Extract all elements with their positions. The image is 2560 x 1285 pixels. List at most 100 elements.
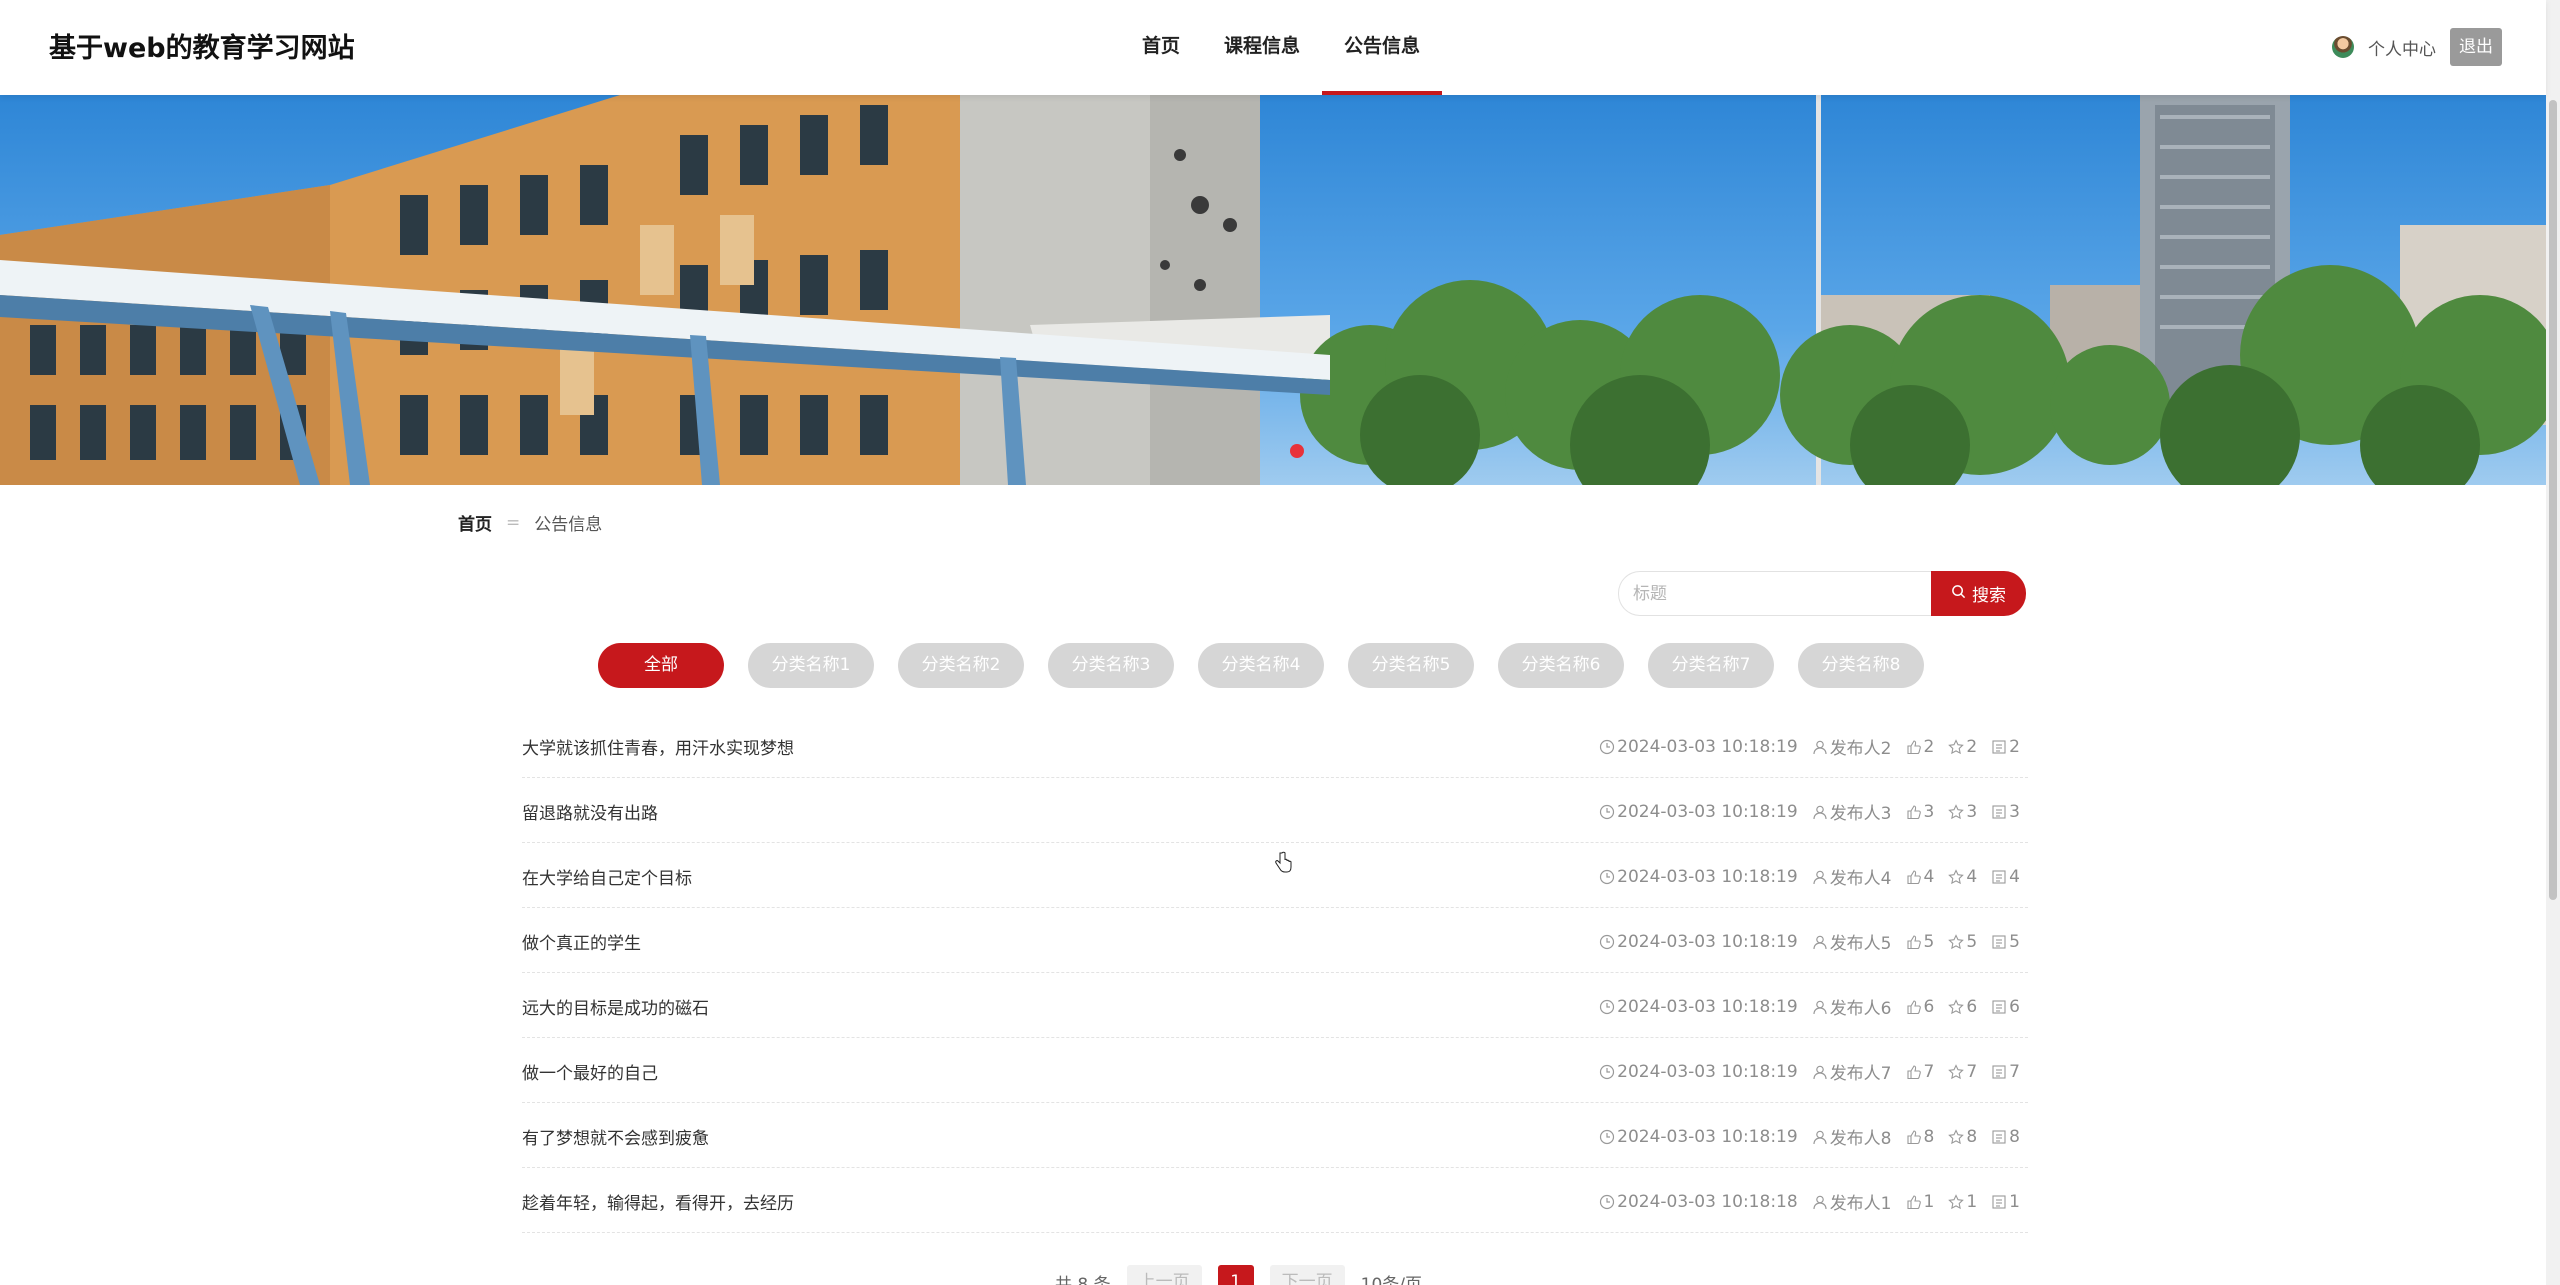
announcement-title[interactable]: 留退路就没有出路	[522, 799, 658, 824]
meta-author: 发布人7	[1812, 1059, 1892, 1084]
category-2[interactable]: 分类名称2	[898, 643, 1024, 688]
announcement-meta: 2024-03-03 10:18:19 发布人3 3 3 3	[1599, 799, 2020, 824]
announcement-title[interactable]: 有了梦想就不会感到疲惫	[522, 1124, 709, 1149]
meta-likes-value: 3	[1923, 801, 1935, 822]
scrollbar-thumb[interactable]	[2549, 100, 2557, 900]
meta-comments-value: 3	[2009, 801, 2020, 822]
search-input[interactable]	[1618, 571, 1932, 616]
category-4[interactable]: 分类名称4	[1198, 643, 1324, 688]
category-3[interactable]: 分类名称3	[1048, 643, 1174, 688]
announcement-meta: 2024-03-03 10:18:19 发布人8 8 8 8	[1599, 1124, 2020, 1149]
star-icon	[1948, 738, 1965, 755]
meta-favorites-value: 5	[1966, 931, 1978, 952]
announcement-title[interactable]: 趁着年轻，输得起，看得开，去经历	[522, 1189, 794, 1214]
search-button[interactable]: 搜索	[1931, 571, 2026, 616]
comment-list-icon	[1991, 934, 2007, 950]
announcement-title[interactable]: 远大的目标是成功的磁石	[522, 994, 709, 1019]
meta-favorites: 3	[1948, 802, 1977, 822]
meta-favorites-value: 6	[1966, 996, 1978, 1017]
announcement-meta: 2024-03-03 10:18:19 发布人7 7 7 7	[1599, 1059, 2020, 1084]
banner-campus-image	[0, 95, 2546, 485]
nav-courses[interactable]: 课程信息	[1202, 0, 1322, 95]
carousel-indicator[interactable]	[1290, 444, 1304, 458]
user-icon	[1812, 869, 1828, 885]
prev-page-button[interactable]: 上一页	[1126, 1265, 1202, 1285]
page-scrollbar[interactable]	[2546, 0, 2560, 1285]
meta-author: 发布人3	[1812, 799, 1892, 824]
meta-favorites: 1	[1948, 1192, 1977, 1212]
announcement-row[interactable]: 大学就该抓住青春，用汗水实现梦想 2024-03-03 10:18:19 发布人2 2…	[522, 713, 2028, 778]
announcement-title[interactable]: 做个真正的学生	[522, 929, 641, 954]
meta-comments: 1	[1991, 1192, 2020, 1212]
meta-time: 2024-03-03 10:18:19	[1599, 1127, 1798, 1147]
comment-list-icon	[1991, 869, 2007, 885]
comment-list-icon	[1991, 739, 2007, 755]
category-7[interactable]: 分类名称7	[1648, 643, 1774, 688]
meta-likes-value: 2	[1923, 736, 1935, 757]
meta-favorites-value: 4	[1966, 866, 1978, 887]
search-button-label: 搜索	[1972, 586, 2006, 606]
page-size-select[interactable]: 10条/页	[1361, 1270, 1422, 1285]
announcement-title[interactable]: 在大学给自己定个目标	[522, 864, 692, 889]
clock-icon	[1599, 804, 1615, 820]
category-1[interactable]: 分类名称1	[748, 643, 874, 688]
nav-home[interactable]: 首页	[1120, 0, 1202, 95]
meta-favorites: 2	[1948, 737, 1977, 757]
announcement-title[interactable]: 做一个最好的自己	[522, 1059, 658, 1084]
meta-comments-value: 6	[2009, 996, 2020, 1017]
page: 基于web的教育学习网站 首页 课程信息 公告信息 个人中心 退出 首页 = 公…	[0, 0, 2560, 1285]
announcement-meta: 2024-03-03 10:18:19 发布人2 2 2 2	[1599, 734, 2020, 759]
next-page-button[interactable]: 下一页	[1269, 1265, 1345, 1285]
meta-likes: 5	[1906, 931, 1935, 952]
meta-favorites: 6	[1948, 997, 1977, 1017]
meta-favorites: 8	[1948, 1127, 1977, 1147]
category-5[interactable]: 分类名称5	[1348, 643, 1474, 688]
user-icon	[1812, 1064, 1828, 1080]
page-number-current[interactable]: 1	[1217, 1265, 1254, 1285]
user-icon	[1812, 804, 1828, 820]
thumbs-up-icon	[1906, 1064, 1922, 1080]
avatar[interactable]	[2332, 36, 2354, 58]
main-nav: 首页 课程信息 公告信息	[1120, 0, 1443, 95]
user-icon	[1812, 999, 1828, 1015]
announcement-title[interactable]: 大学就该抓住青春，用汗水实现梦想	[522, 734, 794, 759]
user-icon	[1812, 1129, 1828, 1145]
announcement-row[interactable]: 留退路就没有出路 2024-03-03 10:18:19 发布人3 3 3 3	[522, 778, 2028, 843]
nav-announcements[interactable]: 公告信息	[1322, 0, 1443, 95]
site-title: 基于web的教育学习网站	[49, 33, 355, 64]
meta-author-value: 发布人8	[1829, 1129, 1892, 1149]
logout-button[interactable]: 退出	[2450, 28, 2502, 66]
meta-comments-value: 8	[2009, 1126, 2020, 1147]
clock-icon	[1599, 869, 1615, 885]
clock-icon	[1599, 999, 1615, 1015]
meta-likes-value: 5	[1923, 931, 1935, 952]
announcement-row[interactable]: 做一个最好的自己 2024-03-03 10:18:19 发布人7 7 7 7	[522, 1038, 2028, 1103]
meta-likes: 7	[1906, 1062, 1934, 1082]
announcement-row[interactable]: 做个真正的学生 2024-03-03 10:18:19 发布人5 5 5 5	[522, 908, 2028, 973]
meta-time: 2024-03-03 10:18:19	[1599, 737, 1798, 757]
announcement-meta: 2024-03-03 10:18:19 发布人6 6 6 6	[1599, 994, 2020, 1019]
thumbs-up-icon	[1906, 1194, 1922, 1210]
meta-time-value: 2024-03-03 10:18:19	[1617, 736, 1798, 757]
announcement-meta: 2024-03-03 10:18:19 发布人4 4 4 4	[1599, 864, 2020, 889]
meta-comments: 7	[1991, 1062, 2020, 1082]
user-center-link[interactable]: 个人中心	[2368, 35, 2436, 60]
category-all[interactable]: 全部	[598, 643, 724, 688]
meta-time: 2024-03-03 10:18:19	[1599, 997, 1798, 1017]
clock-icon	[1599, 1194, 1615, 1210]
category-8[interactable]: 分类名称8	[1798, 643, 1924, 688]
announcement-row[interactable]: 趁着年轻，输得起，看得开，去经历 2024-03-03 10:18:18 发布人1 1…	[522, 1168, 2028, 1233]
pagination-total: 共 8 条	[1055, 1274, 1111, 1285]
category-6[interactable]: 分类名称6	[1498, 643, 1624, 688]
meta-comments-value: 1	[2009, 1191, 2020, 1212]
announcement-row[interactable]: 有了梦想就不会感到疲惫 2024-03-03 10:18:19 发布人8 8 8 8	[522, 1103, 2028, 1168]
announcement-row[interactable]: 远大的目标是成功的磁石 2024-03-03 10:18:19 发布人6 6 6 6	[522, 973, 2028, 1038]
meta-comments-value: 5	[2009, 931, 2020, 952]
breadcrumb-home[interactable]: 首页	[458, 510, 492, 535]
meta-likes: 8	[1906, 1127, 1934, 1147]
meta-favorites-value: 3	[1966, 801, 1978, 822]
star-icon	[1948, 1063, 1965, 1080]
meta-comments: 2	[1991, 737, 2020, 757]
meta-favorites-value: 7	[1966, 1061, 1978, 1082]
meta-comments: 5	[1991, 932, 2020, 952]
